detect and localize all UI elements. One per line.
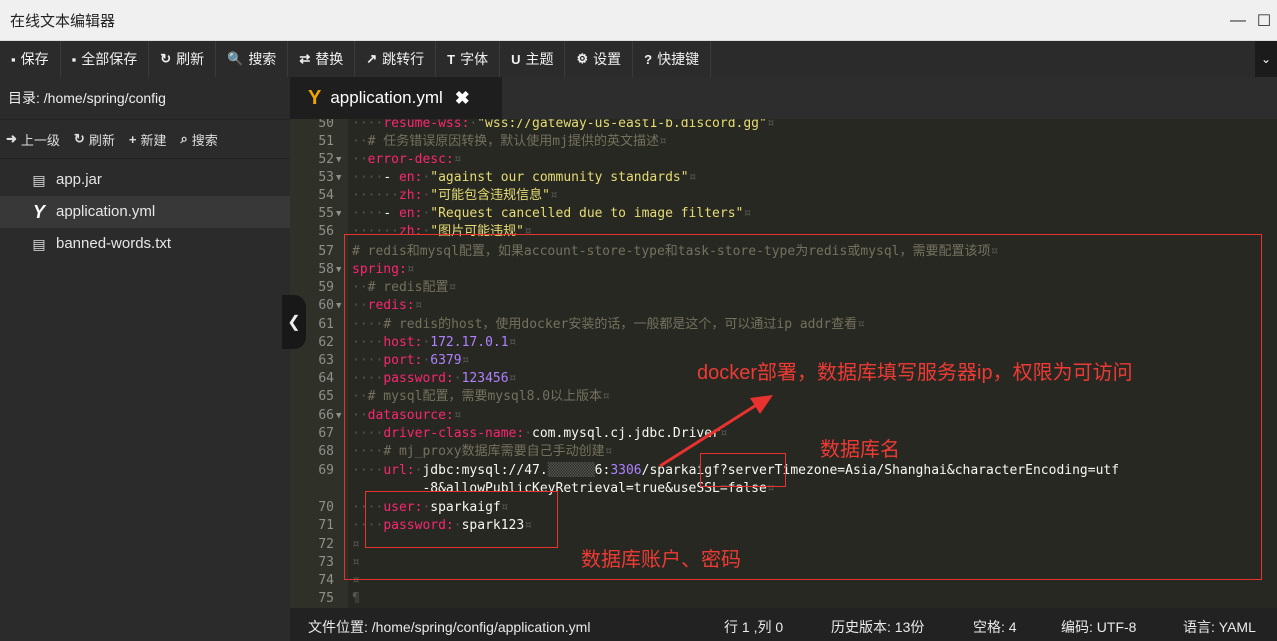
file-location: 文件位置: /home/spring/config/application.ym… [308,619,591,635]
indent-setting[interactable]: 空格: 4 [973,617,1017,637]
status-bar: 文件位置: /home/spring/config/application.ym… [290,608,1277,641]
annotation-db-name: 数据库名 [820,439,900,461]
encoding-setting[interactable]: 编码: UTF-8 [1061,617,1136,637]
cursor-position: 行 1 ,列 0 [724,619,784,635]
annotation-docker-note: docker部署，数据库填写服务器ip，权限为可访问 [697,362,1133,384]
language-setting[interactable]: 语言: YAML [1183,617,1256,637]
annotation-account: 数据库账户、密码 [581,549,741,571]
history-versions[interactable]: 历史版本: 13份 [831,617,924,637]
